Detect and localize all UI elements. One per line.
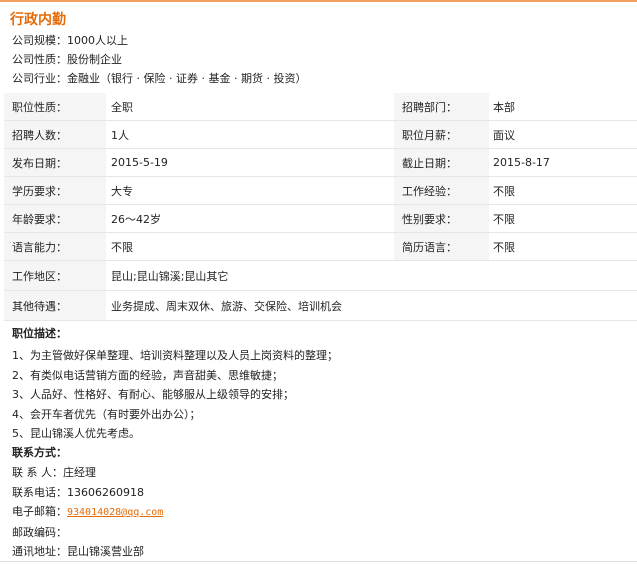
- field-label: 截止日期：: [394, 148, 489, 177]
- company-info: 公司规模：1000人以上 公司性质：股份制企业 公司行业：金融业（银行 · 保险…: [12, 31, 306, 88]
- work-area-value: 昆山;昆山锦溪;昆山其它: [111, 269, 229, 283]
- field-label: 职位月薪：: [394, 120, 489, 149]
- field-value: 2015-5-19: [111, 156, 168, 169]
- top-divider: [0, 0, 637, 2]
- contact-email-row: 电子邮箱：934014028@qq.com: [12, 502, 163, 523]
- field-value: 26～42岁: [111, 212, 161, 226]
- job-title: 行政内勤: [10, 12, 66, 28]
- field-label: 招聘人数：: [4, 120, 106, 149]
- field-value: 面议: [493, 128, 515, 142]
- table-row: 发布日期： 2015-5-19 截止日期： 2015-8-17: [4, 148, 637, 177]
- table-row: 招聘人数： 1人 职位月薪： 面议: [4, 120, 637, 149]
- list-item: 4、会开车者优先（有时要外出办公）；: [12, 407, 201, 421]
- table-row: 语言能力： 不限 简历语言： 不限: [4, 232, 637, 261]
- field-value: 不限: [493, 212, 515, 226]
- contact-person: 联 系 人：庄经理: [12, 466, 96, 479]
- field-value: 不限: [493, 240, 515, 254]
- contact-info: 联 系 人：庄经理 联系电话：13606260918 电子邮箱：93401402…: [12, 463, 163, 562]
- field-label: 语言能力：: [4, 232, 106, 261]
- table-row: 职位性质： 全职 招聘部门： 本部: [4, 93, 637, 121]
- field-value: 不限: [493, 184, 515, 198]
- email-link[interactable]: 934014028@qq.com: [67, 507, 163, 518]
- field-label: 工作经验：: [394, 176, 489, 205]
- benefits-value: 业务提成、周末双休、旅游、交保险、培训机会: [111, 299, 342, 313]
- field-label: 性别要求：: [394, 204, 489, 233]
- table-row: 年龄要求： 26～42岁 性别要求： 不限: [4, 204, 637, 233]
- list-item: 2、有类似电话营销方面的经验，声音甜美、思维敏捷；: [12, 368, 283, 382]
- job-description: 1、为主管做好保单整理、培训资料整理以及人员上岗资料的整理； 2、有类似电话营销…: [12, 346, 338, 444]
- field-value: 大专: [111, 184, 133, 198]
- field-value: 1人: [111, 128, 129, 142]
- company-nature: 公司性质：股份制企业: [12, 53, 122, 66]
- field-label: 职位性质：: [4, 93, 106, 121]
- field-label: 工作地区：: [4, 260, 106, 291]
- job-info-table: 职位性质： 全职 招聘部门： 本部 招聘人数： 1人 职位月薪： 面议 发布日期…: [4, 93, 637, 321]
- field-label: 学历要求：: [4, 176, 106, 205]
- field-label: 招聘部门：: [394, 93, 489, 121]
- bottom-divider: [0, 561, 637, 562]
- company-size: 公司规模：1000人以上: [12, 34, 128, 47]
- table-row-work-area: 工作地区： 昆山;昆山锦溪;昆山其它: [4, 260, 637, 291]
- list-item: 1、为主管做好保单整理、培训资料整理以及人员上岗资料的整理；: [12, 349, 338, 362]
- table-row-benefits: 其他待遇： 业务提成、周末双休、旅游、交保险、培训机会: [4, 290, 637, 321]
- field-value: 全职: [111, 100, 133, 114]
- field-label: 年龄要求：: [4, 204, 106, 233]
- description-heading: 职位描述：: [12, 327, 67, 340]
- field-value: 本部: [493, 100, 515, 114]
- contact-address: 通讯地址：昆山锦溪营业部: [12, 545, 144, 558]
- field-label: 其他待遇：: [4, 290, 106, 321]
- field-label: 发布日期：: [4, 148, 106, 177]
- field-label: 简历语言：: [394, 232, 489, 261]
- contact-phone: 联系电话：13606260918: [12, 485, 144, 499]
- list-item: 3、人品好、性格好、有耐心、能够服从上级领导的安排；: [12, 388, 294, 401]
- list-item: 5、昆山锦溪人优先考虑。: [12, 427, 140, 440]
- field-value: 不限: [111, 240, 133, 254]
- company-industry: 公司行业：金融业（银行 · 保险 · 证券 · 基金 · 期货 · 投资）: [12, 72, 307, 85]
- contact-postcode: 邮政编码：: [12, 525, 67, 539]
- contact-heading: 联系方式：: [12, 446, 67, 459]
- table-row: 学历要求： 大专 工作经验： 不限: [4, 176, 637, 205]
- field-value: 2015-8-17: [493, 156, 550, 169]
- email-label: 电子邮箱：: [12, 505, 67, 518]
